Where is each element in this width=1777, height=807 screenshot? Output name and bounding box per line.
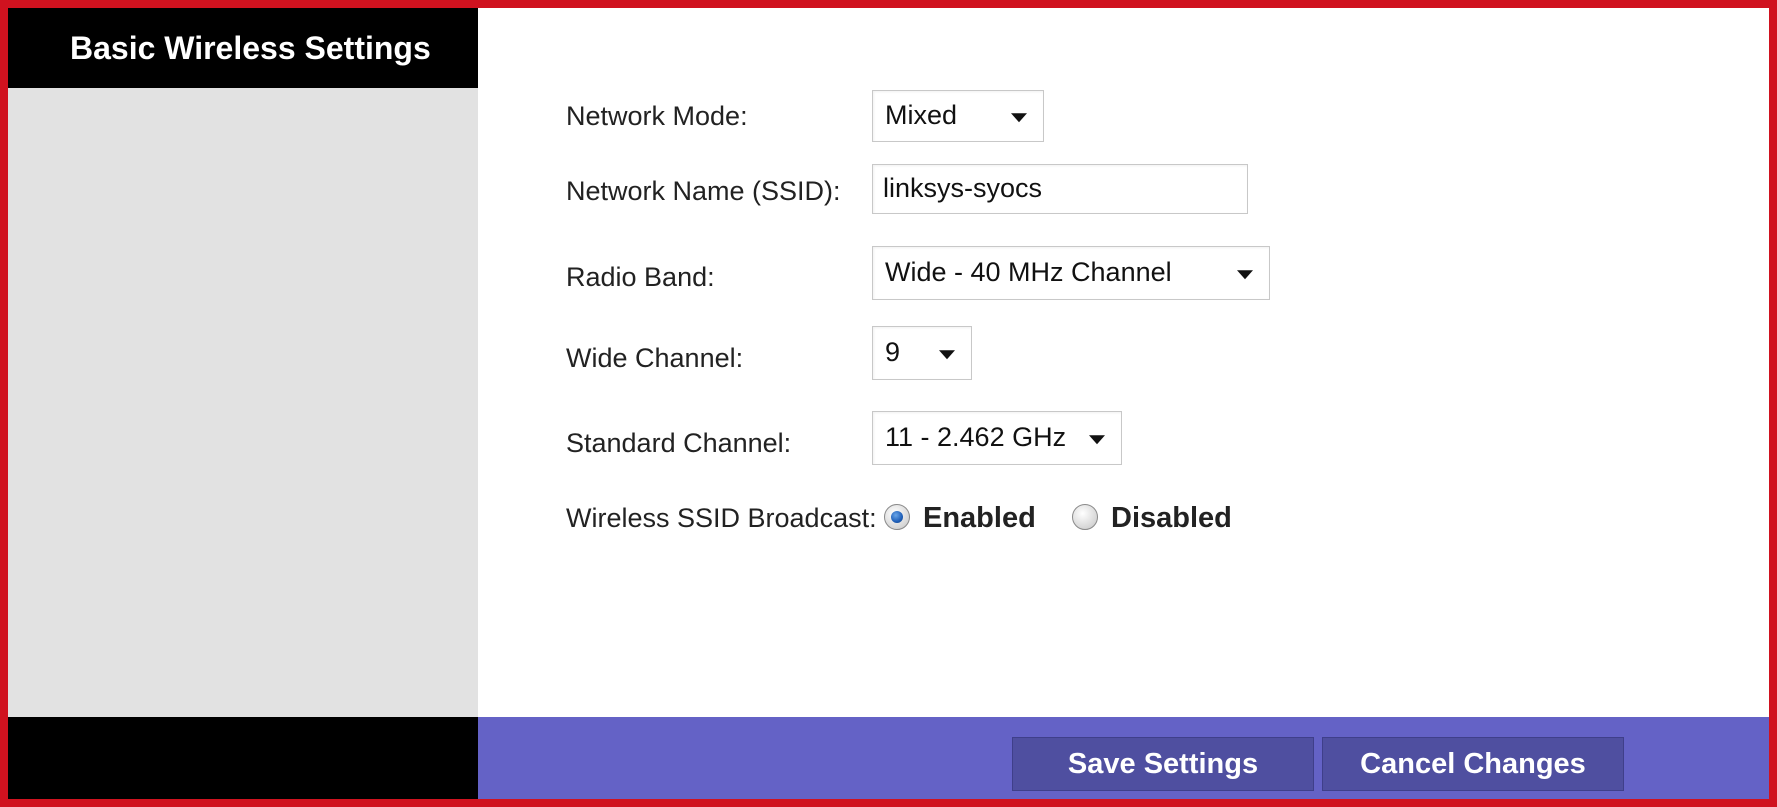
ssid-broadcast-enabled-radio[interactable] [884, 504, 910, 530]
save-settings-button[interactable]: Save Settings [1012, 737, 1314, 791]
standard-channel-label: Standard Channel: [566, 428, 792, 458]
wide-channel-label: Wide Channel: [566, 343, 744, 373]
wide-channel-select[interactable]: 9 [872, 326, 972, 380]
radio-band-label: Radio Band: [566, 262, 715, 292]
ssid-value: linksys-syocs [883, 172, 1043, 203]
ssid-broadcast-disabled-radio[interactable] [1072, 504, 1098, 530]
ssid-broadcast-disabled-label[interactable]: Disabled [1111, 502, 1232, 535]
chevron-down-icon [939, 350, 955, 360]
ssid-label: Network Name (SSID): [566, 176, 841, 206]
chevron-down-icon [1089, 435, 1105, 445]
section-title: Basic Wireless Settings [8, 8, 478, 88]
chevron-down-icon [1011, 113, 1027, 123]
cancel-changes-button[interactable]: Cancel Changes [1322, 737, 1624, 791]
radio-band-select[interactable]: Wide - 40 MHz Channel [872, 246, 1270, 300]
radio-band-value: Wide - 40 MHz Channel [885, 256, 1172, 287]
sidebar: Basic Wireless Settings [8, 8, 478, 717]
standard-channel-value: 11 - 2.462 GHz [885, 421, 1067, 452]
chevron-down-icon [1237, 270, 1253, 280]
settings-panel: Network Mode: Mixed Network Name (SSID):… [478, 8, 1769, 717]
network-mode-label: Network Mode: [566, 101, 748, 131]
ssid-broadcast-label: Wireless SSID Broadcast: [566, 503, 877, 533]
network-mode-select[interactable]: Mixed [872, 90, 1044, 142]
wide-channel-value: 9 [885, 336, 901, 367]
ssid-input[interactable]: linksys-syocs [872, 164, 1248, 214]
ssid-broadcast-enabled-label[interactable]: Enabled [923, 502, 1036, 535]
network-mode-value: Mixed [885, 99, 958, 130]
footer-left-bar [8, 717, 478, 799]
standard-channel-select[interactable]: 11 - 2.462 GHz [872, 411, 1122, 465]
footer-action-bar: Save Settings Cancel Changes [478, 717, 1769, 799]
